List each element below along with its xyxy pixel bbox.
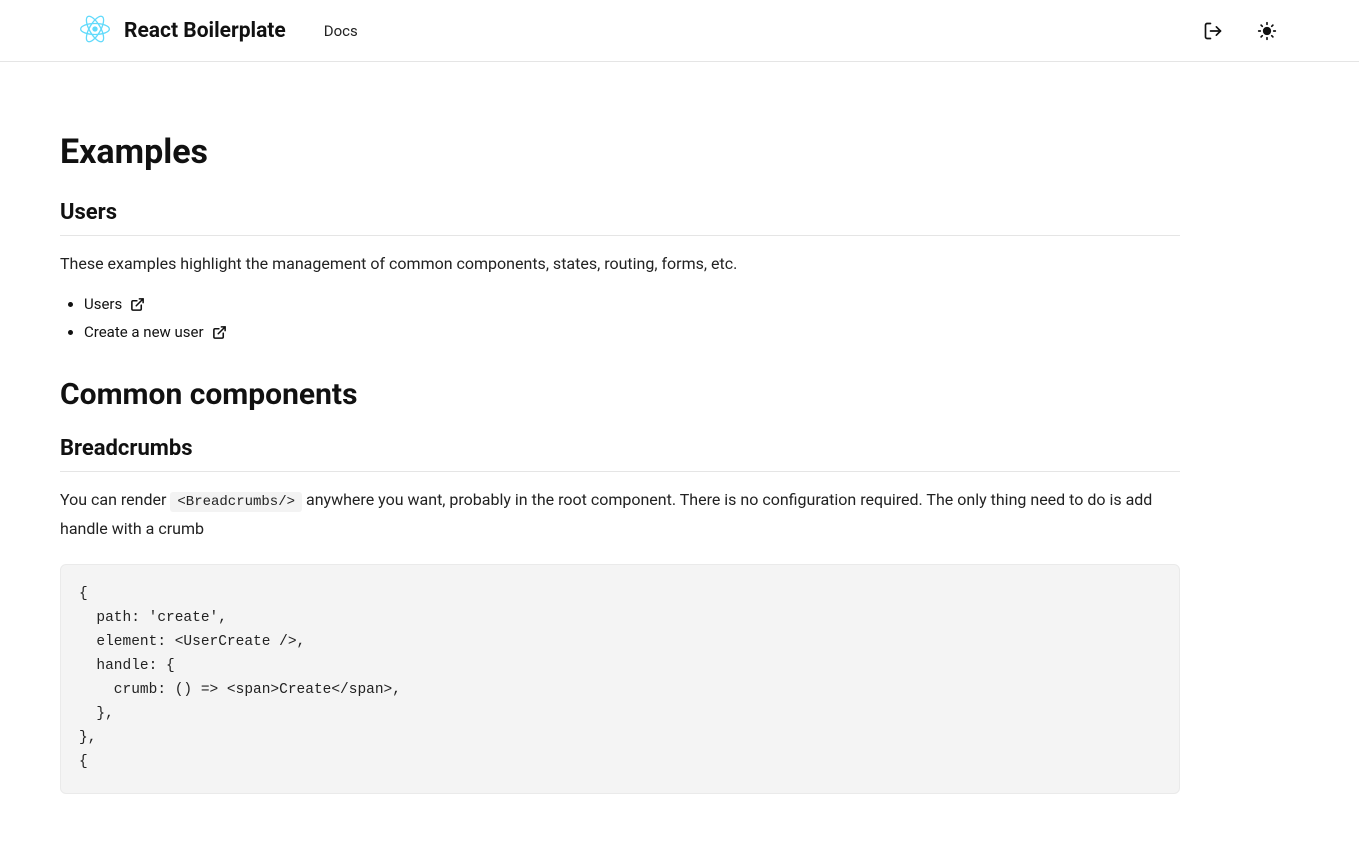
breadcrumbs-description: You can render <Breadcrumbs/> anywhere y… bbox=[60, 486, 1180, 542]
list-item: Users bbox=[84, 295, 1180, 313]
section-common-heading: Common components bbox=[60, 377, 1180, 412]
top-header: React Boilerplate Docs bbox=[0, 0, 1359, 62]
users-intro: These examples highlight the management … bbox=[60, 250, 1180, 277]
list-item: Create a new user bbox=[84, 323, 1180, 341]
page-title: Examples bbox=[60, 132, 1180, 172]
desc-part-1: You can render bbox=[60, 490, 170, 509]
brand-title: React Boilerplate bbox=[124, 19, 286, 43]
section-breadcrumbs-heading: Breadcrumbs bbox=[60, 436, 1180, 472]
create-user-link[interactable]: Create a new user bbox=[84, 323, 227, 341]
brand[interactable]: React Boilerplate bbox=[80, 14, 286, 48]
link-label: Create a new user bbox=[84, 323, 204, 341]
users-links: Users Create a new user bbox=[60, 295, 1180, 341]
link-label: Users bbox=[84, 295, 122, 313]
header-left: React Boilerplate Docs bbox=[80, 14, 358, 48]
users-link[interactable]: Users bbox=[84, 295, 145, 313]
header-right bbox=[1201, 19, 1279, 43]
logout-icon[interactable] bbox=[1201, 19, 1225, 43]
code-block: { path: 'create', element: <UserCreate /… bbox=[60, 564, 1180, 793]
section-users-heading: Users bbox=[60, 200, 1180, 236]
inline-code: <Breadcrumbs/> bbox=[170, 492, 302, 512]
external-link-icon bbox=[212, 325, 227, 340]
react-logo-icon bbox=[80, 14, 110, 48]
main-content: Examples Users These examples highlight … bbox=[0, 62, 1240, 847]
theme-toggle-icon[interactable] bbox=[1255, 19, 1279, 43]
external-link-icon bbox=[130, 297, 145, 312]
nav-docs-link[interactable]: Docs bbox=[324, 22, 358, 40]
